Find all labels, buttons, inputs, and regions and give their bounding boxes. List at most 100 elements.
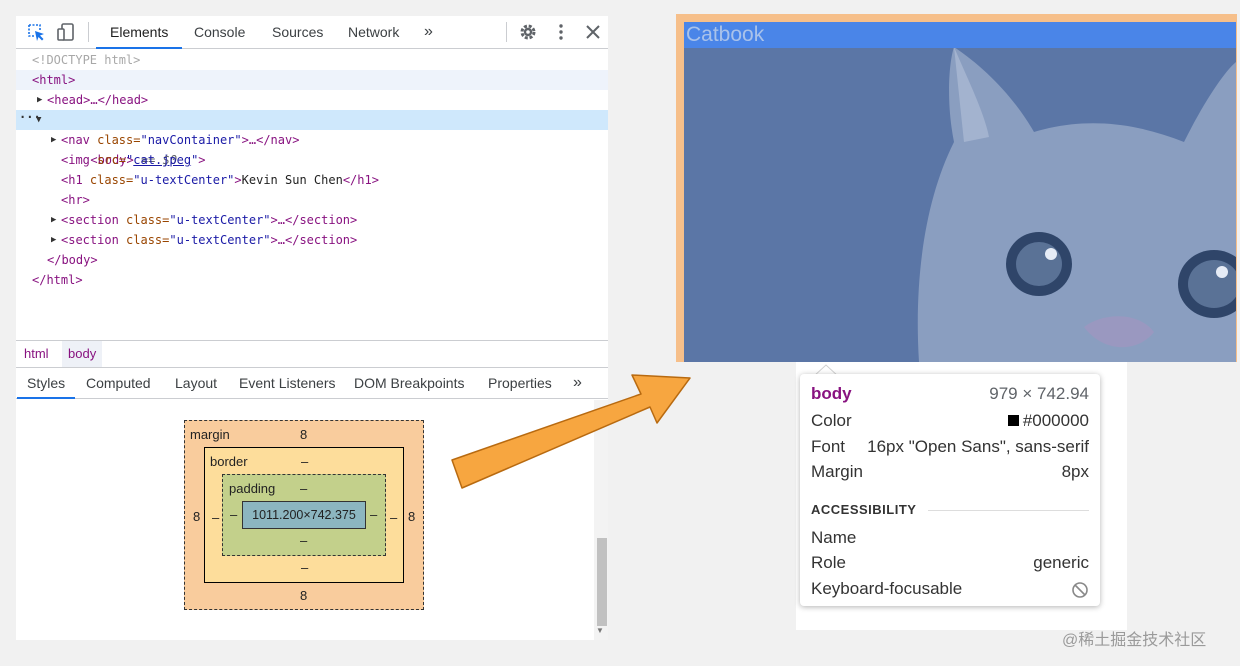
dom-h1[interactable]: <h1 class="u-textCenter">Kevin Sun Chen<… [16, 170, 608, 190]
dom-head[interactable]: ▶ <head>…</head> [16, 90, 608, 110]
attr-value: "u-textCenter" [169, 233, 271, 247]
margin-top-value[interactable]: 8 [300, 427, 307, 442]
box-model-diagram: margin 8 8 8 8 border – – – – padding – … [184, 420, 424, 610]
border-left-value[interactable]: – [212, 510, 219, 525]
tooltip-margin-row: Margin 8px [811, 460, 1089, 484]
expand-triangle-icon[interactable]: ▶ [51, 210, 56, 230]
color-swatch-icon [1007, 415, 1019, 426]
border-bottom-value[interactable]: – [301, 560, 308, 575]
section-close: >…</section> [270, 213, 358, 227]
section-tag: <section [61, 213, 127, 227]
box-model-padding[interactable]: padding – – – – 1011.200×742.375 [222, 474, 386, 556]
devtools-panel: Elements Console Sources Network » <!DOC… [16, 16, 608, 640]
subtab-computed[interactable]: Computed [86, 368, 151, 398]
more-tabs-button[interactable]: » [424, 16, 433, 48]
padding-right-value[interactable]: – [370, 507, 377, 522]
collapse-triangle-icon[interactable]: ▼ [36, 110, 41, 130]
page-viewport: Catbook [676, 14, 1237, 362]
subtab-styles[interactable]: Styles [16, 368, 76, 399]
scroll-down-arrow-icon[interactable]: ▼ [596, 626, 604, 635]
name-label: Name [811, 528, 857, 547]
img-src-link[interactable]: cat.jpeg [133, 153, 191, 167]
box-model-margin[interactable]: margin 8 8 8 8 border – – – – padding – … [184, 420, 424, 610]
margin-label: margin [190, 427, 230, 442]
padding-top-value[interactable]: – [300, 481, 307, 496]
margin-right-value[interactable]: 8 [408, 509, 415, 524]
devtools-toolbar: Elements Console Sources Network » [16, 16, 608, 49]
font-value: 16px "Open Sans", sans-serif [867, 437, 1089, 456]
dom-body-open[interactable]: ··· ▼ <body> == $0 [16, 110, 608, 167]
border-label: border [210, 454, 248, 469]
dom-tree: <!DOCTYPE html> <html> ▶ <head>…</head> ·… [16, 50, 608, 355]
breadcrumb-html[interactable]: html [18, 341, 55, 367]
toolbar-separator [506, 22, 507, 42]
expand-triangle-icon[interactable]: ▶ [51, 130, 56, 150]
nav-close: >…</nav> [241, 133, 300, 147]
dom-html-close[interactable]: </html> [16, 270, 608, 290]
border-top-value[interactable]: – [301, 454, 308, 469]
attr-value: "u-textCenter" [169, 213, 271, 227]
box-model-border[interactable]: border – – – – padding – – – – 1011.200×… [204, 447, 404, 583]
html-tag: <html> [32, 73, 76, 87]
expand-triangle-icon[interactable]: ▶ [51, 230, 56, 250]
tooltip-color-row: Color #000000 [811, 409, 1089, 433]
subtab-event-listeners[interactable]: Event Listeners [239, 368, 336, 398]
tooltip-size: 979 × 742.94 [989, 384, 1089, 403]
tooltip-name-row: Name [811, 526, 1089, 550]
watermark: @稀土掘金技术社区 [1062, 632, 1207, 649]
margin-left-value[interactable]: 8 [193, 509, 200, 524]
brand-logo[interactable]: Catbook [686, 22, 764, 48]
tab-network[interactable]: Network [348, 16, 399, 48]
tab-sources[interactable]: Sources [272, 16, 323, 48]
dom-section-2[interactable]: ▶ <section class="u-textCenter">…</sectio… [16, 230, 608, 250]
tab-console[interactable]: Console [194, 16, 245, 48]
accessibility-heading: ACCESSIBILITY [811, 502, 917, 517]
margin-value: 8px [1061, 462, 1089, 481]
section-close: >…</section> [270, 233, 358, 247]
dom-body-close[interactable]: </body> [16, 250, 608, 270]
cat-picture [917, 47, 1236, 362]
dom-img[interactable]: <img src="cat.jpeg"> [16, 150, 608, 170]
scrollbar-thumb[interactable] [597, 538, 607, 626]
attr-value: "u-textCenter" [133, 173, 235, 187]
section-tag: <section [61, 233, 127, 247]
breadcrumb-body[interactable]: body [62, 341, 103, 367]
accessibility-heading-row: ACCESSIBILITY [811, 498, 1089, 522]
dom-doctype[interactable]: <!DOCTYPE html> [16, 50, 608, 70]
h1-text: Kevin Sun Chen [241, 173, 343, 187]
body-close-tag: </body> [47, 253, 98, 267]
margin-bottom-value[interactable]: 8 [300, 588, 307, 603]
nav-tag: <nav [61, 133, 98, 147]
divider [928, 510, 1089, 511]
inspect-icon[interactable] [26, 22, 46, 42]
color-value-wrap: #000000 [1007, 409, 1089, 433]
tooltip-keyboard-row: Keyboard-focusable [811, 577, 1089, 601]
role-value: generic [1033, 553, 1089, 572]
dom-section-1[interactable]: ▶ <section class="u-textCenter">…</sectio… [16, 210, 608, 230]
cat-image[interactable]: Catbook [684, 22, 1236, 362]
border-right-value[interactable]: – [390, 510, 397, 525]
dom-html-open[interactable]: <html> [16, 70, 608, 90]
hr-tag: <hr> [61, 193, 90, 207]
inspect-tooltip: body 979 × 742.94 Color #000000 Font 16p… [800, 374, 1100, 606]
subtab-layout[interactable]: Layout [175, 368, 217, 398]
h1-gt: > [234, 173, 242, 187]
attr-name: class= [89, 173, 134, 187]
h1-close: </h1> [342, 173, 379, 187]
h1-tag: <h1 [61, 173, 90, 187]
role-label: Role [811, 553, 846, 572]
box-model-content[interactable]: 1011.200×742.375 [242, 501, 366, 529]
color-label: Color [811, 411, 852, 430]
attr-name: class= [126, 213, 170, 227]
dom-hr[interactable]: <hr> [16, 190, 608, 210]
padding-left-value[interactable]: – [230, 507, 237, 522]
padding-bottom-value[interactable]: – [300, 533, 307, 548]
close-icon[interactable] [583, 22, 603, 42]
tab-elements[interactable]: Elements [95, 16, 183, 49]
padding-label: padding [229, 481, 276, 496]
device-toggle-icon[interactable] [56, 22, 76, 42]
tooltip-element-name: body [811, 384, 852, 403]
gear-icon[interactable] [518, 22, 538, 42]
dom-nav[interactable]: ▶ <nav class="navContainer">…</nav> [16, 130, 608, 150]
more-vert-icon[interactable] [551, 22, 571, 42]
